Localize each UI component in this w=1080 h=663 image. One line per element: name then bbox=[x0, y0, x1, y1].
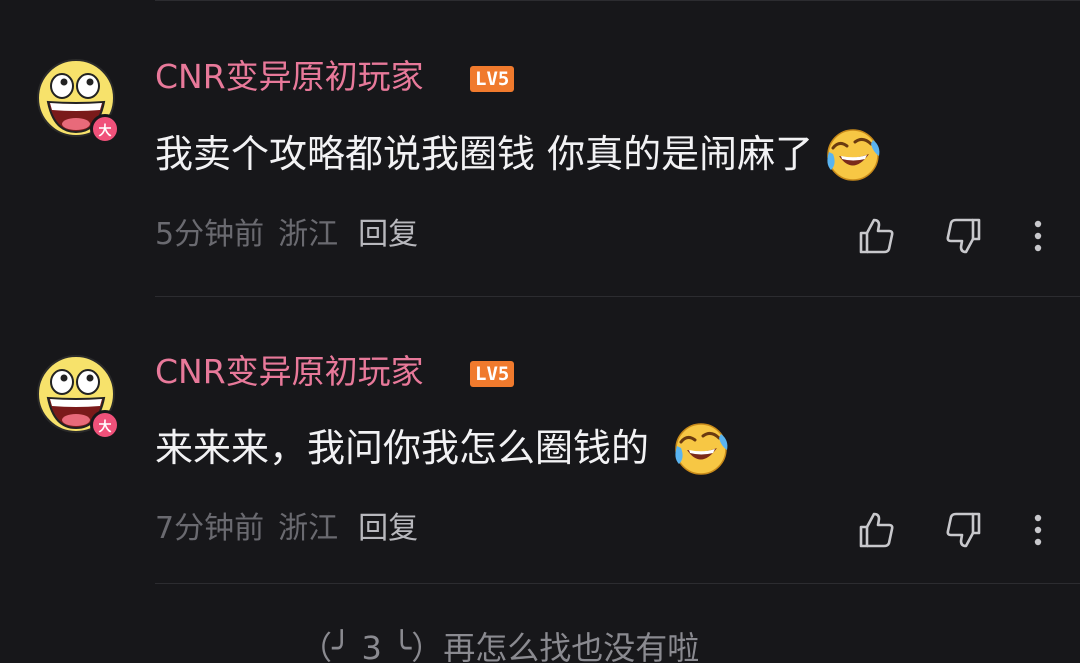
thumbs-down-icon bbox=[946, 512, 981, 548]
divider bbox=[155, 296, 1080, 297]
divider bbox=[155, 583, 1080, 584]
username[interactable]: CNR变异原初玩家 bbox=[155, 352, 424, 392]
more-options-button[interactable] bbox=[1016, 214, 1060, 258]
laughing-crying-emoji-icon bbox=[675, 423, 728, 475]
thumbs-up-icon bbox=[859, 218, 894, 254]
more-options-button[interactable] bbox=[1016, 508, 1060, 552]
reply-button[interactable]: 回复 bbox=[358, 217, 418, 252]
comment-location: 浙江 bbox=[278, 511, 339, 546]
vip-badge: 大 bbox=[90, 114, 120, 144]
level-badge: LV5 bbox=[470, 66, 515, 92]
divider bbox=[155, 0, 1080, 1]
like-button[interactable] bbox=[854, 214, 898, 258]
username[interactable]: CNR变异原初玩家 bbox=[155, 57, 424, 97]
like-button[interactable] bbox=[854, 508, 898, 552]
comment-meta: 5分钟前 浙江 回复 bbox=[155, 217, 418, 253]
dislike-button[interactable] bbox=[942, 214, 986, 258]
more-vertical-icon bbox=[1034, 220, 1042, 252]
level-badge: LV5 bbox=[470, 361, 515, 387]
thumbs-down-icon bbox=[946, 218, 981, 254]
comment-meta: 7分钟前 浙江 回复 bbox=[155, 511, 418, 547]
avatar[interactable]: 大 bbox=[36, 354, 120, 440]
comment-location: 浙江 bbox=[278, 217, 339, 252]
dislike-button[interactable] bbox=[942, 508, 986, 552]
laughing-crying-emoji-icon bbox=[827, 129, 880, 181]
comment-time: 7分钟前 bbox=[155, 511, 265, 546]
comment-list-page: 大 CNR变异原初玩家 LV5 我卖个攻略都说我圈钱 你真的是闹麻了 5分钟前浙… bbox=[0, 0, 1080, 663]
end-of-list-text: （╯ 3 ╰）再怎么找也没有啦 bbox=[300, 629, 700, 663]
comment-text: 我卖个攻略都说我圈钱 你真的是闹麻了 bbox=[155, 126, 881, 182]
comment-text: 来来来，我问你我怎么圈钱的 bbox=[155, 420, 729, 476]
comment-text-body: 我卖个攻略都说我圈钱 你真的是闹麻了 bbox=[155, 132, 814, 176]
reply-button[interactable]: 回复 bbox=[358, 511, 418, 546]
comment-text-body: 来来来，我问你我怎么圈钱的 bbox=[155, 426, 650, 470]
thumbs-up-icon bbox=[859, 512, 894, 548]
avatar[interactable]: 大 bbox=[36, 58, 120, 144]
comment-time: 5分钟前 bbox=[155, 217, 265, 252]
vip-badge: 大 bbox=[90, 410, 120, 440]
more-vertical-icon bbox=[1034, 514, 1042, 546]
